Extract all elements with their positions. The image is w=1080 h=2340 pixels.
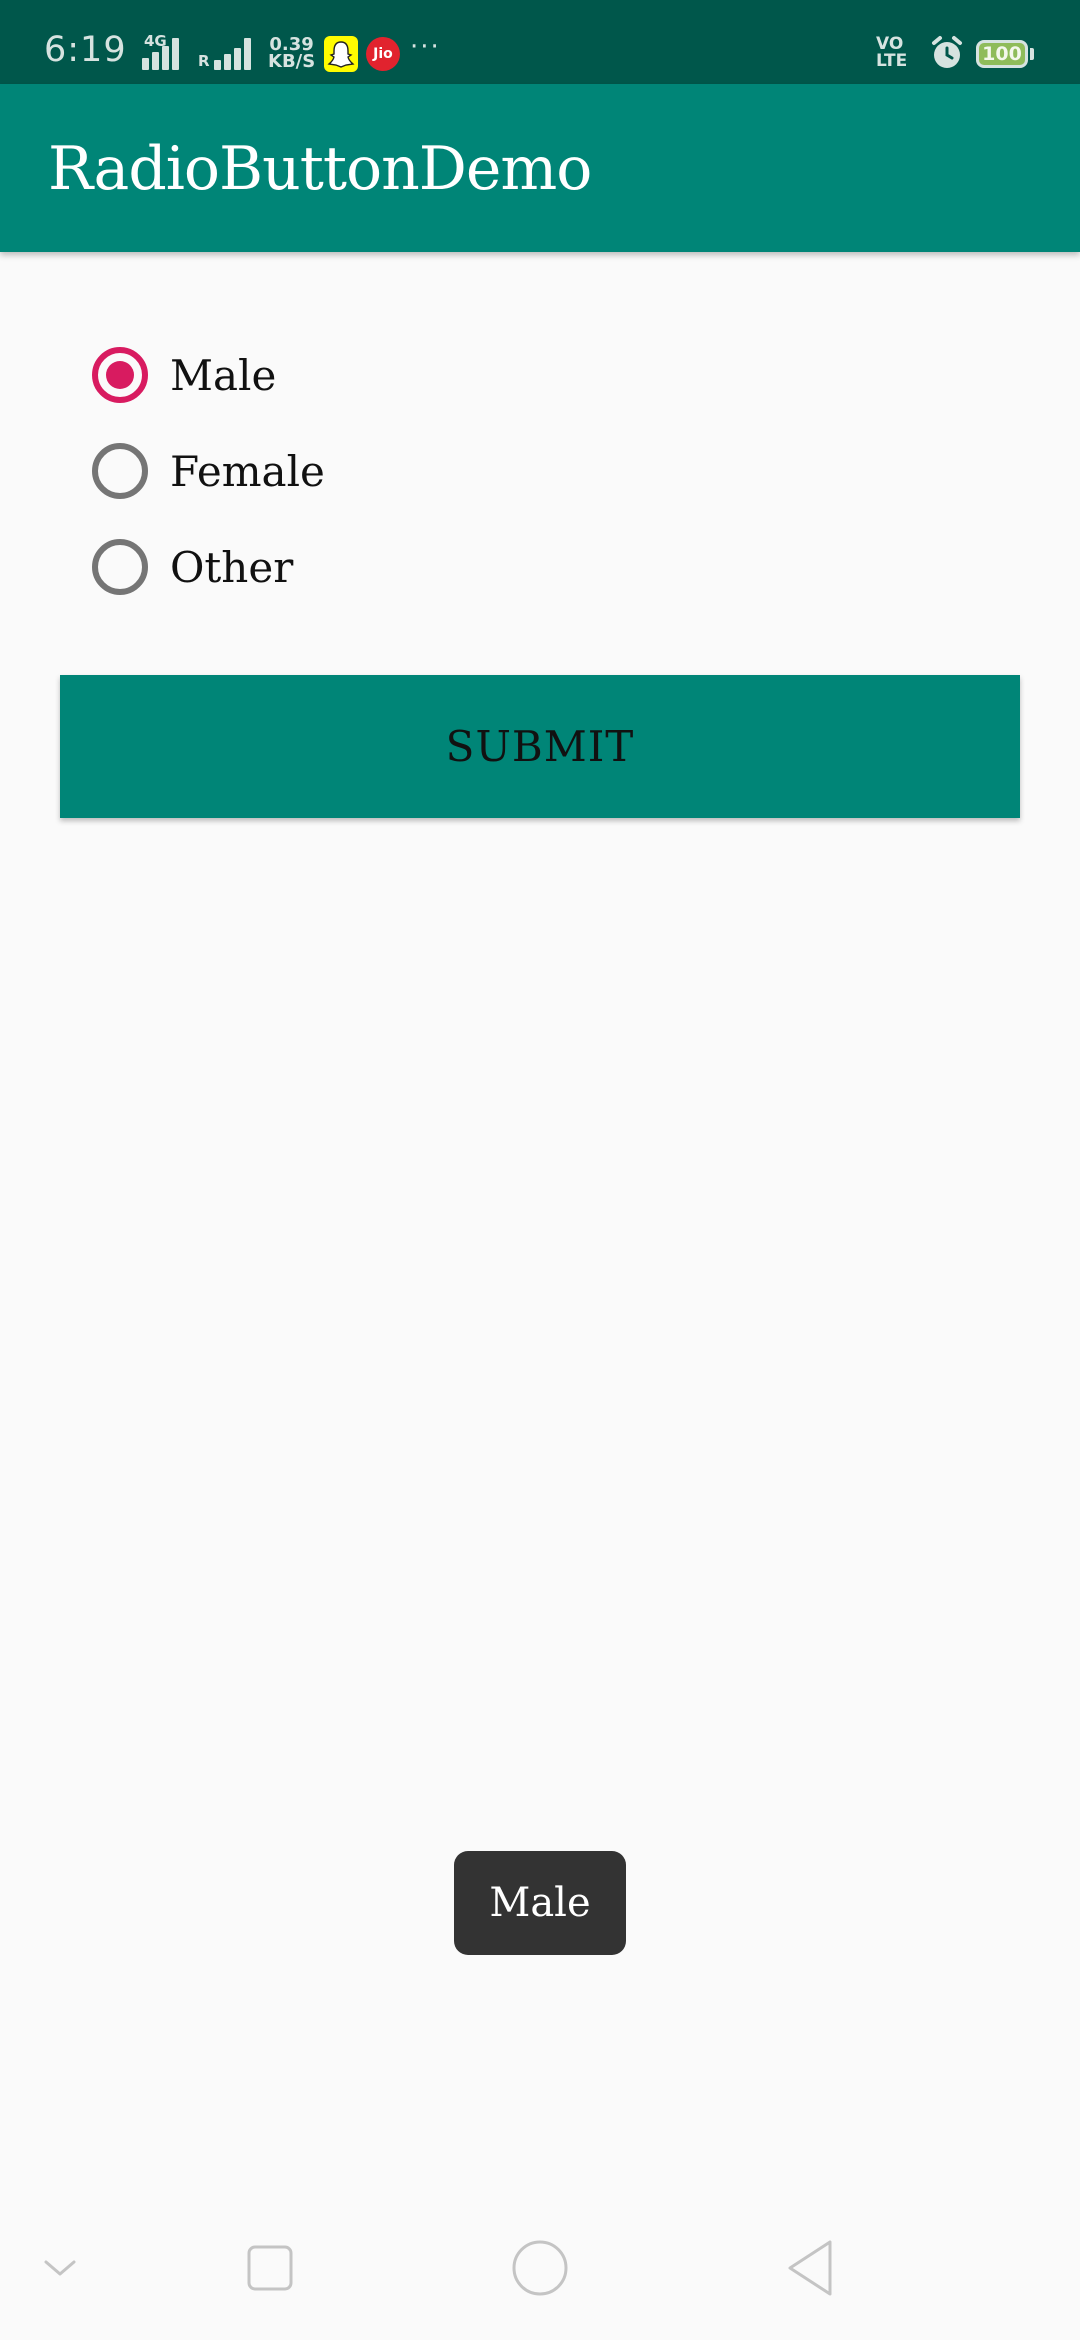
home-circle-icon[interactable] — [505, 2238, 575, 2298]
alarm-icon — [928, 34, 966, 72]
radio-option-male[interactable]: Male — [92, 343, 276, 407]
submit-button[interactable]: SUBMIT — [60, 675, 1020, 818]
radio-label-other: Other — [170, 542, 294, 592]
roaming-label: R — [198, 52, 210, 70]
data-speed-unit: KB/S — [268, 51, 316, 72]
signal-icon-sim1: 4G — [130, 32, 192, 70]
app-bar: RadioButtonDemo — [0, 84, 1080, 252]
radio-label-male: Male — [170, 350, 277, 400]
radio-option-other[interactable]: Other — [92, 535, 293, 599]
signal-icon-sim2: R — [196, 34, 260, 70]
recents-square-icon[interactable] — [235, 2238, 305, 2298]
radio-option-female[interactable]: Female — [92, 439, 325, 503]
app-title: RadioButtonDemo — [48, 134, 592, 204]
radio-button-unchecked-icon[interactable] — [92, 539, 148, 595]
radio-button-unchecked-icon[interactable] — [92, 443, 148, 499]
jio-icon: Jio — [366, 37, 400, 71]
battery-tip — [1030, 48, 1034, 60]
toast-message: Male — [454, 1851, 626, 1955]
radio-label-female: Female — [170, 446, 325, 496]
volte-icon: VO LTE — [876, 34, 908, 71]
toast-text: Male — [489, 1880, 591, 1926]
battery-icon: 100 — [976, 40, 1028, 68]
snapchat-icon — [324, 36, 358, 72]
more-notifications-icon: ··· — [410, 32, 441, 62]
status-bar: 6:19 4G R 0.39 KB/S Jio ··· VO LTE 100 — [0, 0, 1080, 84]
chevron-down-icon[interactable] — [25, 2238, 95, 2298]
status-time: 6:19 — [44, 30, 127, 70]
radio-button-checked-icon[interactable] — [92, 347, 148, 403]
submit-button-label: SUBMIT — [445, 722, 635, 771]
back-triangle-icon[interactable] — [775, 2238, 845, 2298]
radio-dot — [106, 361, 134, 389]
data-speed-indicator: 0.39 KB/S — [268, 36, 316, 72]
